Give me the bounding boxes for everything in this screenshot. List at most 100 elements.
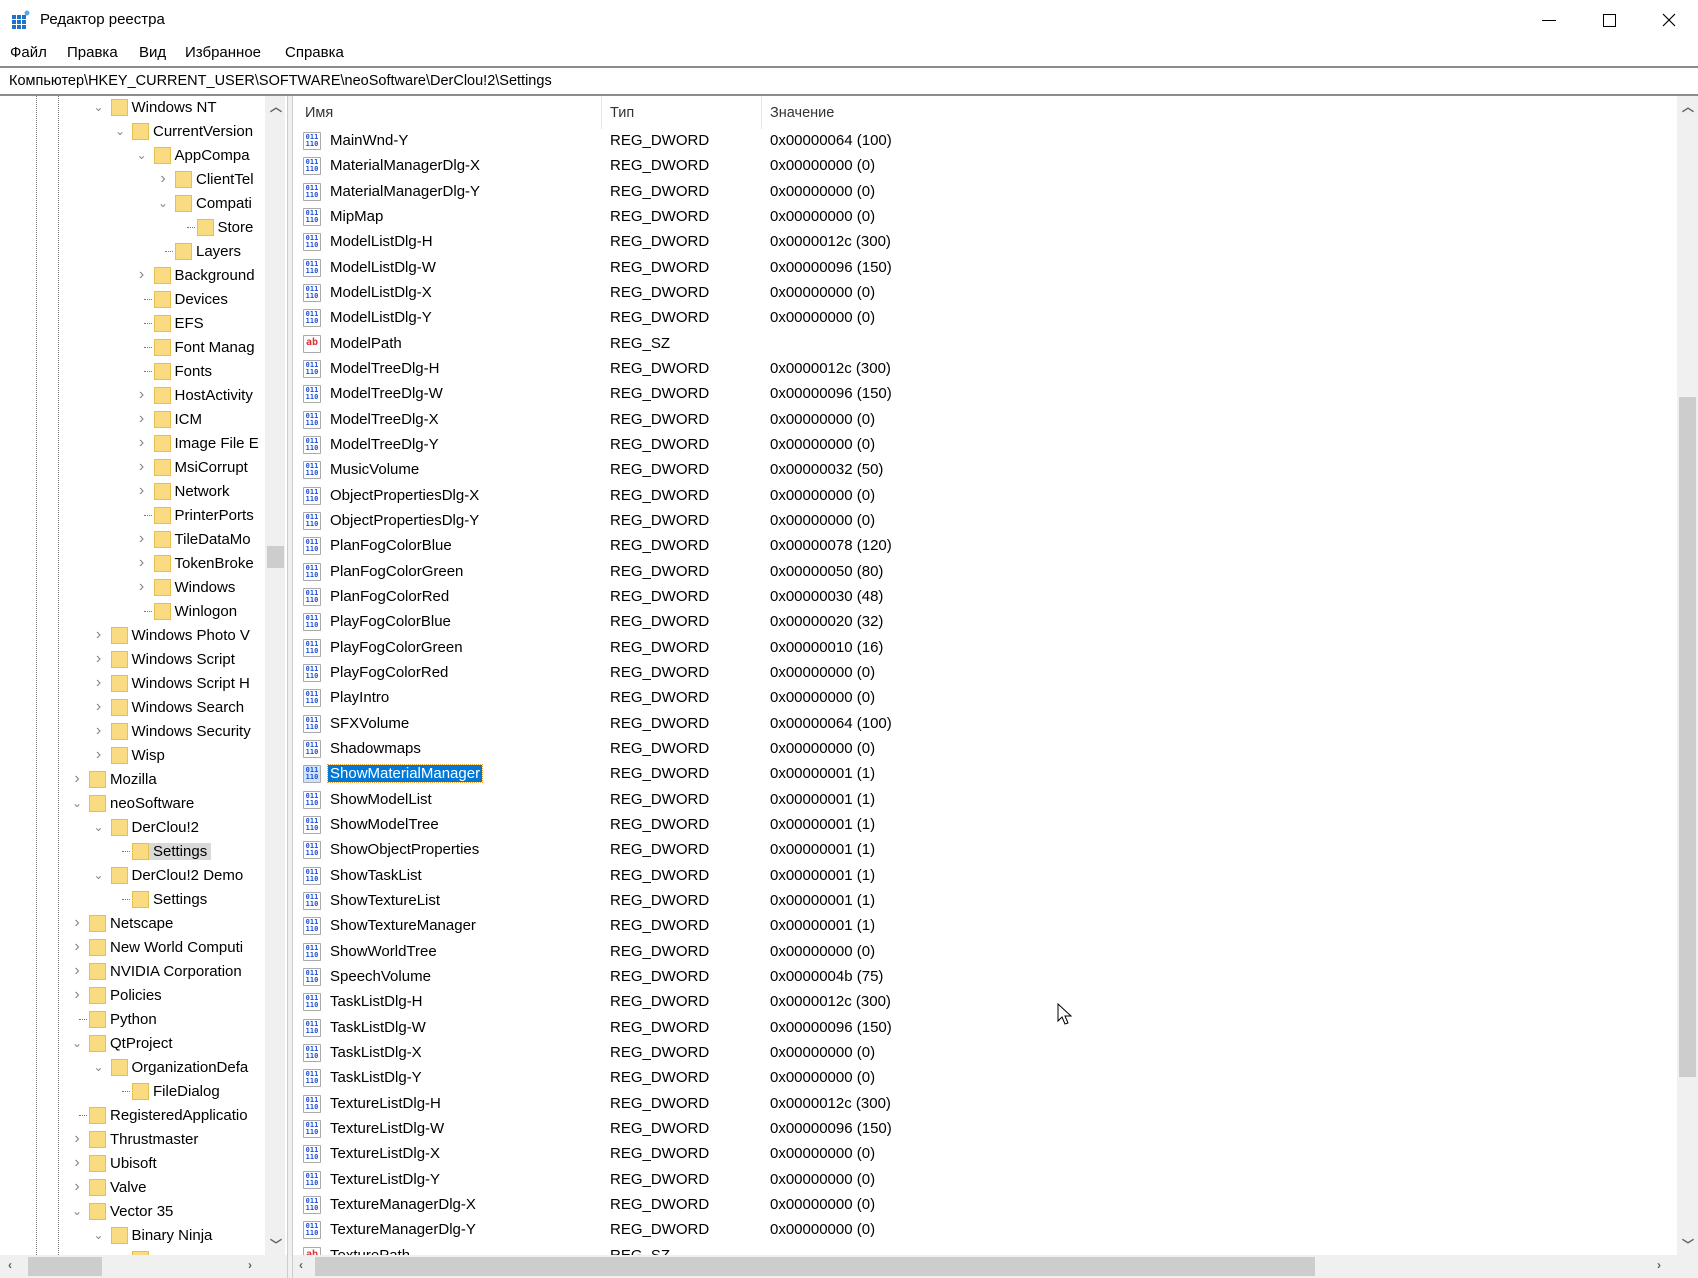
value-row[interactable]: 011 110 TextureManagerDlg-X REG_DWORD 0x000… xyxy=(293,1193,1677,1218)
value-row[interactable]: 011 110 ShowModelList REG_DWORD 0x00000001 … xyxy=(293,788,1677,813)
chevron-right-icon[interactable]: › xyxy=(92,627,106,643)
value-row[interactable]: 011 110 ShowWorldTree REG_DWORD 0x00000000 … xyxy=(293,940,1677,965)
tree-item[interactable]: › Windows Security xyxy=(0,720,265,744)
chevron-right-icon[interactable]: › xyxy=(70,915,84,931)
tree-item[interactable]: FileDialog xyxy=(0,1080,265,1104)
tree-item[interactable]: › HostActivity xyxy=(0,384,265,408)
chevron-right-icon[interactable]: › xyxy=(92,651,106,667)
value-row[interactable]: 011 110 ModelListDlg-H REG_DWORD 0x0000012c… xyxy=(293,230,1677,255)
address-path[interactable]: Компьютер\HKEY_CURRENT_USER\SOFTWARE\neo… xyxy=(9,73,552,89)
chevron-down-icon[interactable]: ⌄ xyxy=(70,1036,84,1050)
tree-item[interactable]: Settings xyxy=(0,888,265,912)
tree-item[interactable]: › TileDataMo xyxy=(0,528,265,552)
value-row[interactable]: ab TexturePath REG_SZ xyxy=(293,1244,1677,1255)
tree-item[interactable]: ⌄ DerClou!2 Demo xyxy=(0,864,265,888)
value-row[interactable]: 011 110 TextureListDlg-W REG_DWORD 0x000000… xyxy=(293,1117,1677,1142)
scroll-right-icon[interactable]: › xyxy=(248,1258,252,1272)
scroll-down-icon[interactable]: ﹀ xyxy=(1682,1236,1694,1253)
value-row[interactable]: 011 110 SpeechVolume REG_DWORD 0x0000004b (… xyxy=(293,965,1677,990)
tree-item[interactable]: Font Manag xyxy=(0,336,265,360)
value-row[interactable]: 011 110 ShowModelTree REG_DWORD 0x00000001 … xyxy=(293,813,1677,838)
chevron-right-icon[interactable]: › xyxy=(135,267,149,283)
column-header-name[interactable]: Имя xyxy=(305,105,333,121)
value-row[interactable]: ab ModelPath REG_SZ xyxy=(293,332,1677,357)
tree-vertical-scrollbar[interactable]: ︿ ﹀ xyxy=(265,96,285,1255)
tree-item[interactable]: › Windows xyxy=(0,576,265,600)
tree-item[interactable] xyxy=(0,1248,265,1255)
chevron-down-icon[interactable]: ⌄ xyxy=(156,196,170,210)
value-row[interactable]: 011 110 ShowTextureManager REG_DWORD 0x0000… xyxy=(293,914,1677,939)
value-row[interactable]: 011 110 ModelTreeDlg-H REG_DWORD 0x0000012c… xyxy=(293,357,1677,382)
chevron-down-icon[interactable]: ⌄ xyxy=(135,148,149,162)
value-row[interactable]: 011 110 TaskListDlg-Y REG_DWORD 0x00000000 … xyxy=(293,1066,1677,1091)
value-row[interactable]: 011 110 ObjectPropertiesDlg-Y REG_DWORD 0x0… xyxy=(293,509,1677,534)
value-row[interactable]: 011 110 PlanFogColorGreen REG_DWORD 0x00000… xyxy=(293,560,1677,585)
tree-item[interactable]: › Background xyxy=(0,264,265,288)
tree-item[interactable]: › NVIDIA Corporation xyxy=(0,960,265,984)
value-row[interactable]: 011 110 PlanFogColorBlue REG_DWORD 0x000000… xyxy=(293,534,1677,559)
value-row[interactable]: 011 110 ModelListDlg-W REG_DWORD 0x00000096… xyxy=(293,256,1677,281)
tree-item[interactable]: Devices xyxy=(0,288,265,312)
chevron-down-icon[interactable]: ⌄ xyxy=(70,1204,84,1218)
column-header-type[interactable]: Тип xyxy=(610,105,634,121)
tree-item[interactable]: › Mozilla xyxy=(0,768,265,792)
list-vscroll-thumb[interactable] xyxy=(1679,397,1696,1077)
value-row[interactable]: 011 110 MusicVolume REG_DWORD 0x00000032 (5… xyxy=(293,458,1677,483)
tree-item[interactable]: › Thrustmaster xyxy=(0,1128,265,1152)
tree-item[interactable]: RegisteredApplicatio xyxy=(0,1104,265,1128)
value-row[interactable]: 011 110 ShowTextureList REG_DWORD 0x0000000… xyxy=(293,889,1677,914)
size-grip[interactable] xyxy=(1677,1255,1698,1278)
value-row[interactable]: 011 110 ShowObjectProperties REG_DWORD 0x00… xyxy=(293,838,1677,863)
chevron-right-icon[interactable]: › xyxy=(70,1179,84,1195)
list-horizontal-scrollbar[interactable]: ‹ › xyxy=(293,1255,1677,1278)
value-row[interactable]: 011 110 MaterialManagerDlg-Y REG_DWORD 0x00… xyxy=(293,180,1677,205)
tree-item[interactable]: › Windows Search xyxy=(0,696,265,720)
chevron-right-icon[interactable]: › xyxy=(135,459,149,475)
column-divider[interactable] xyxy=(601,96,602,129)
close-button[interactable] xyxy=(1640,0,1698,40)
tree-item[interactable]: › Policies xyxy=(0,984,265,1008)
tree-item[interactable]: › ICM xyxy=(0,408,265,432)
menu-help[interactable]: Справка xyxy=(285,44,344,61)
value-row[interactable]: 011 110 ShowTaskList REG_DWORD 0x00000001 (… xyxy=(293,864,1677,889)
tree-item[interactable]: › Windows Script xyxy=(0,648,265,672)
chevron-down-icon[interactable]: ⌄ xyxy=(92,868,106,882)
scroll-down-icon[interactable]: ﹀ xyxy=(270,1236,282,1253)
tree-item[interactable]: ⌄ DerClou!2 xyxy=(0,816,265,840)
tree-item[interactable]: ⌄ QtProject xyxy=(0,1032,265,1056)
address-bar[interactable]: Компьютер\HKEY_CURRENT_USER\SOFTWARE\neo… xyxy=(0,66,1698,96)
chevron-right-icon[interactable]: › xyxy=(135,435,149,451)
value-row[interactable]: 011 110 SFXVolume REG_DWORD 0x00000064 (100… xyxy=(293,712,1677,737)
value-row[interactable]: 011 110 ObjectPropertiesDlg-X REG_DWORD 0x0… xyxy=(293,484,1677,509)
chevron-right-icon[interactable]: › xyxy=(70,939,84,955)
value-row[interactable]: 011 110 TaskListDlg-H REG_DWORD 0x0000012c … xyxy=(293,990,1677,1015)
value-row[interactable]: 011 110 PlayIntro REG_DWORD 0x00000000 (0) xyxy=(293,686,1677,711)
tree-item[interactable]: › Network xyxy=(0,480,265,504)
tree-item[interactable]: ⌄ Compati xyxy=(0,192,265,216)
chevron-right-icon[interactable]: › xyxy=(70,987,84,1003)
value-row[interactable]: 011 110 ModelListDlg-X REG_DWORD 0x00000000… xyxy=(293,281,1677,306)
tree-item[interactable]: › Wisp xyxy=(0,744,265,768)
value-row[interactable]: 011 110 TaskListDlg-W REG_DWORD 0x00000096 … xyxy=(293,1016,1677,1041)
tree-item[interactable]: › Ubisoft xyxy=(0,1152,265,1176)
value-row[interactable]: 011 110 PlayFogColorRed REG_DWORD 0x0000000… xyxy=(293,661,1677,686)
menu-file[interactable]: Файл xyxy=(10,44,47,61)
chevron-down-icon[interactable]: ⌄ xyxy=(113,124,127,138)
tree-item[interactable]: › Valve xyxy=(0,1176,265,1200)
chevron-right-icon[interactable]: › xyxy=(135,483,149,499)
chevron-down-icon[interactable]: ⌄ xyxy=(92,1060,106,1074)
value-row[interactable]: 011 110 PlayFogColorGreen REG_DWORD 0x00000… xyxy=(293,636,1677,661)
tree-vscroll-thumb[interactable] xyxy=(267,546,284,568)
tree-item[interactable]: Winlogon xyxy=(0,600,265,624)
tree-item[interactable]: EFS xyxy=(0,312,265,336)
menu-edit[interactable]: Правка xyxy=(67,44,118,61)
chevron-right-icon[interactable]: › xyxy=(92,747,106,763)
value-row[interactable]: 011 110 TaskListDlg-X REG_DWORD 0x00000000 … xyxy=(293,1041,1677,1066)
chevron-right-icon[interactable]: › xyxy=(92,723,106,739)
value-row[interactable]: 011 110 PlanFogColorRed REG_DWORD 0x0000003… xyxy=(293,585,1677,610)
chevron-right-icon[interactable]: › xyxy=(92,699,106,715)
scroll-up-icon[interactable]: ︿ xyxy=(1682,98,1694,115)
list-hscroll-thumb[interactable] xyxy=(315,1257,1315,1276)
scroll-left-icon[interactable]: ‹ xyxy=(8,1258,12,1272)
tree-item[interactable]: Layers xyxy=(0,240,265,264)
